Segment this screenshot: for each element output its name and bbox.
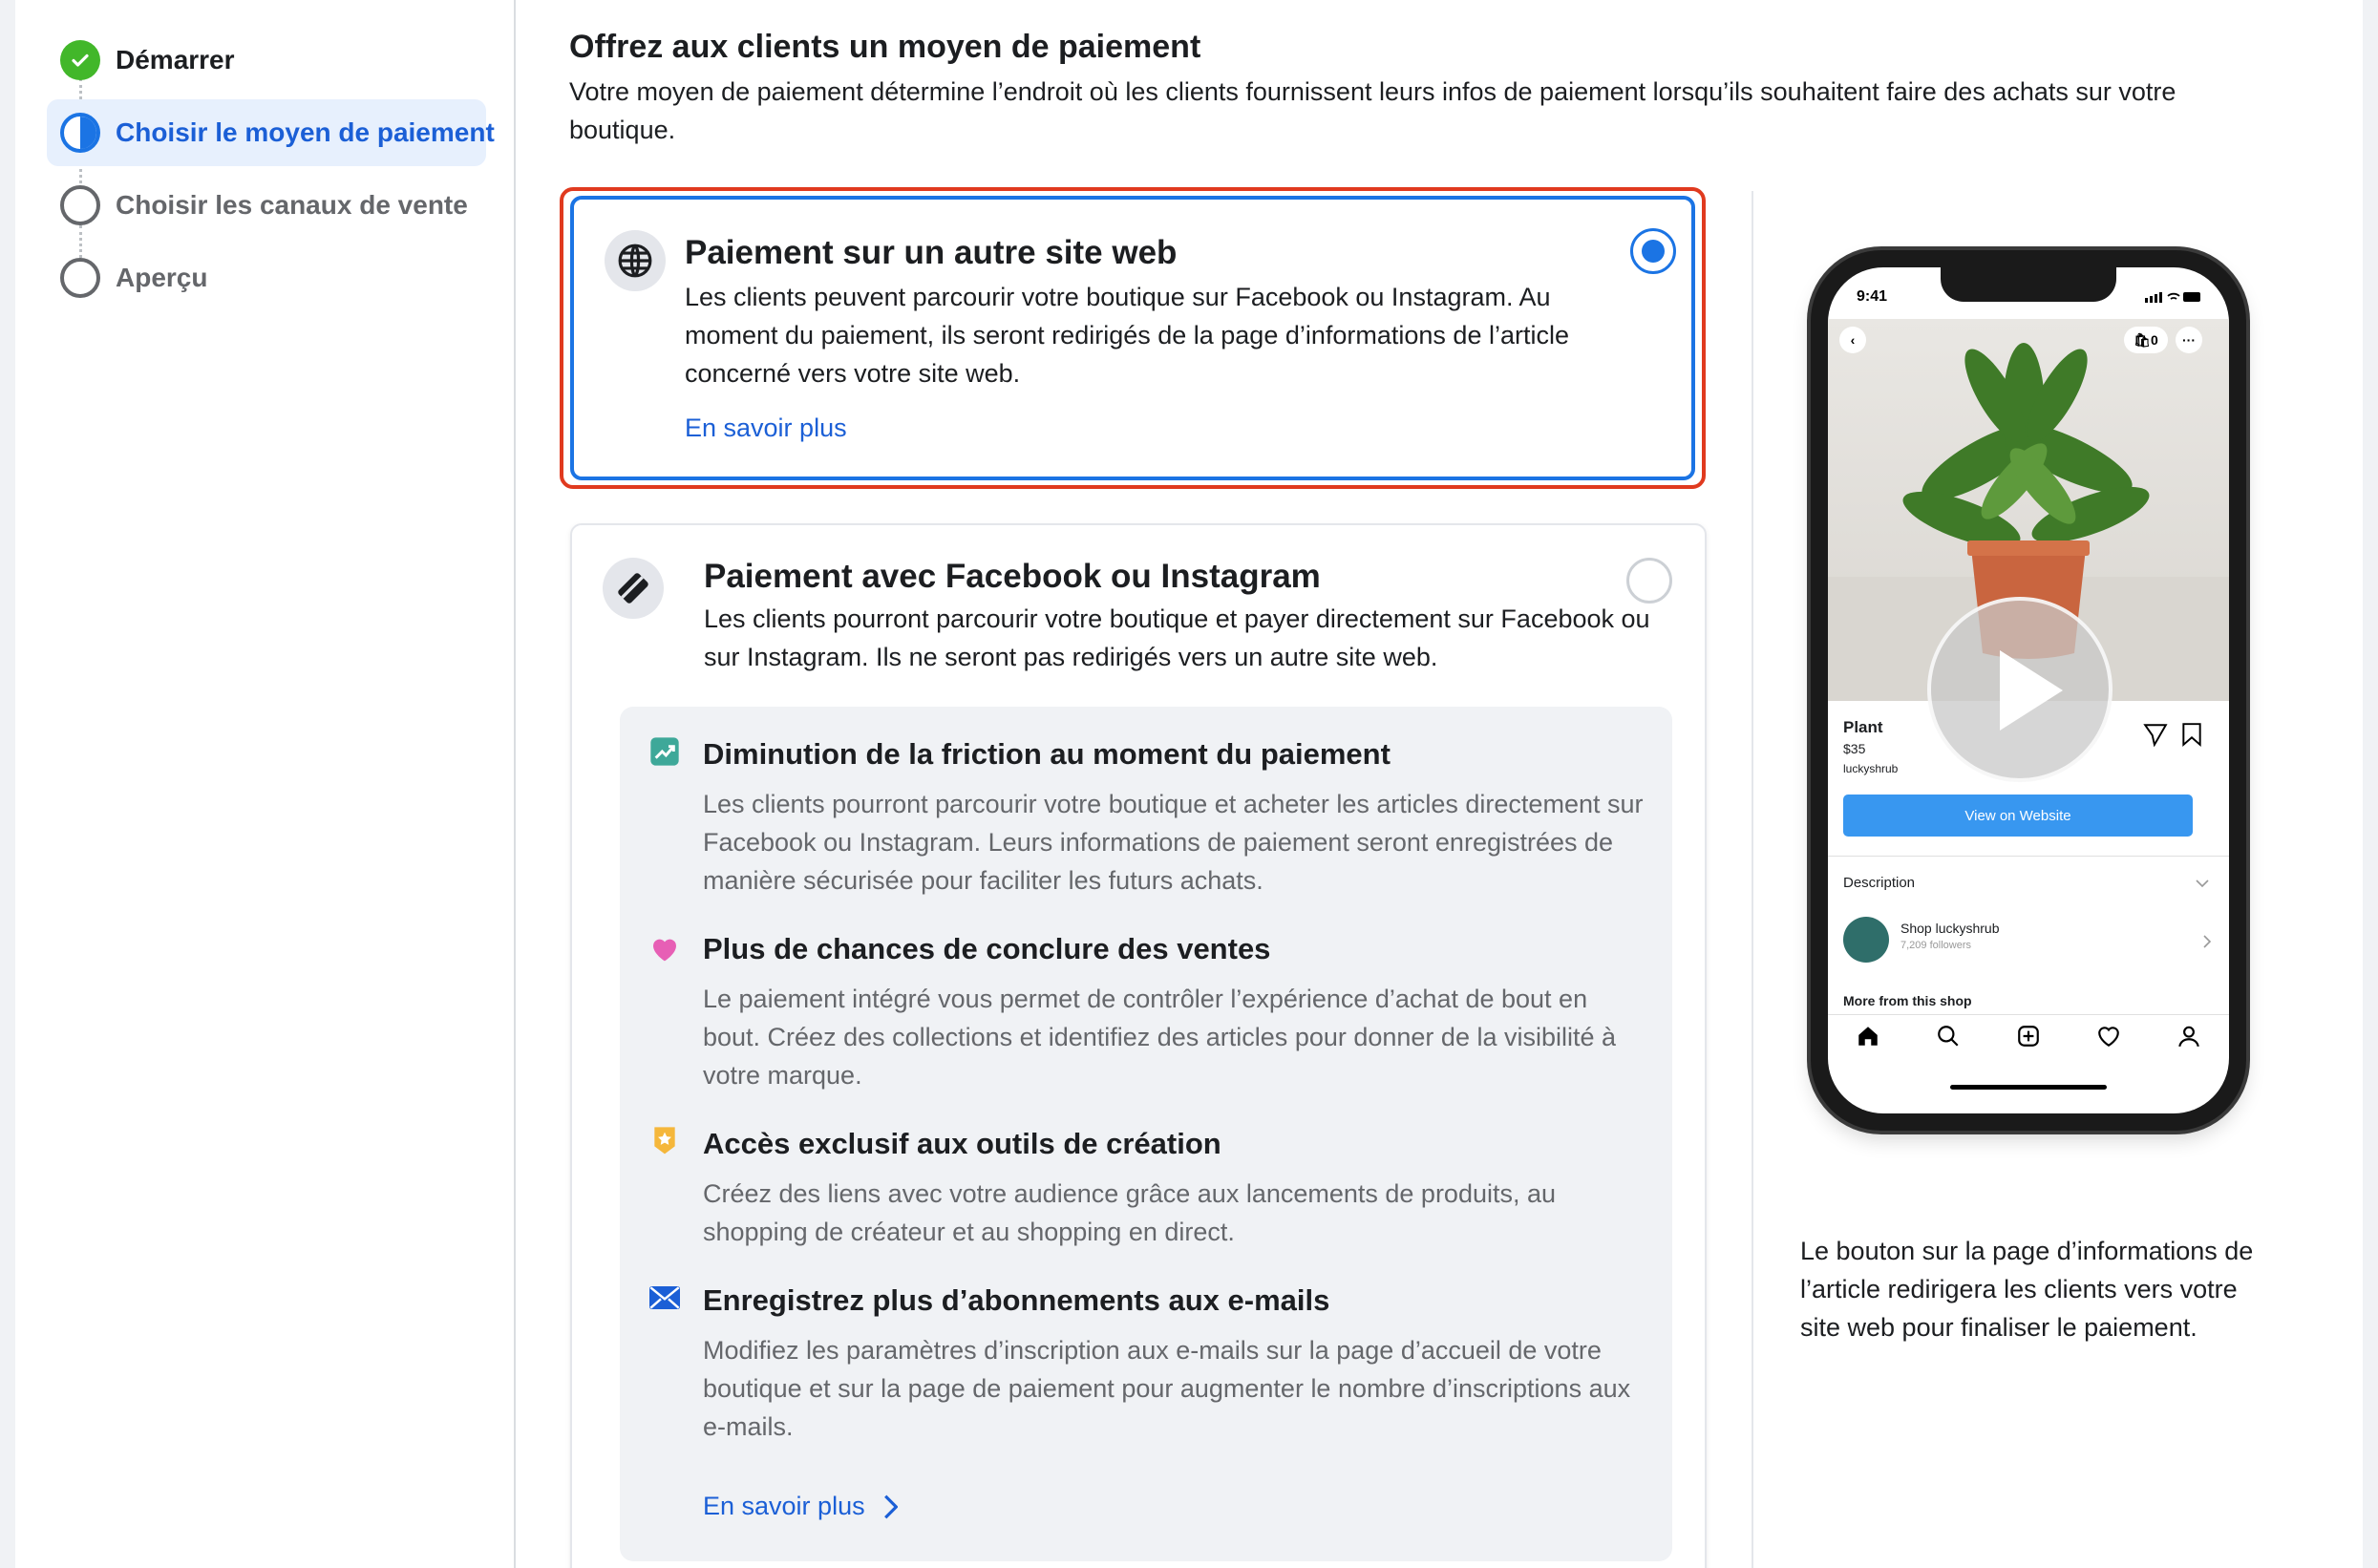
- empty-circle-icon: [60, 258, 100, 298]
- more-from-shop: More from this shop: [1843, 993, 1972, 1008]
- home-icon[interactable]: [1856, 1024, 1880, 1049]
- bookmark-icon[interactable]: [2181, 722, 2202, 747]
- option-radio-selected[interactable]: [1630, 228, 1676, 274]
- step-start[interactable]: Démarrer: [47, 27, 486, 94]
- cart-button[interactable]: 🛍 0: [2124, 327, 2168, 353]
- status-time: 9:41: [1857, 288, 1888, 305]
- status-icons: [2145, 292, 2200, 303]
- page-title: Offrez aux clients un moyen de paiement: [569, 29, 1201, 65]
- option-description: Les clients peuvent parcourir votre bout…: [685, 283, 1569, 388]
- description-label: Description: [1843, 875, 1916, 891]
- benefits-panel: Diminution de la friction au moment du p…: [620, 707, 1672, 1561]
- add-post-icon[interactable]: [2016, 1024, 2041, 1049]
- product-name: Plant: [1843, 718, 1883, 736]
- bag-icon: 🛍: [2134, 331, 2151, 348]
- card-icon: [603, 558, 664, 619]
- preview-divider: [1752, 191, 1753, 1568]
- option-card-other-website[interactable]: Paiement sur un autre site web Les clien…: [570, 196, 1695, 480]
- phone-notch: [1941, 267, 2116, 302]
- home-indicator: [1950, 1085, 2107, 1090]
- view-on-website-button[interactable]: View on Website: [1843, 795, 2193, 837]
- tab-bar: [1828, 1012, 2229, 1060]
- empty-circle-icon: [60, 185, 100, 225]
- product-price: $35: [1843, 741, 1866, 756]
- benefit-title: Plus de chances de conclure des ventes: [703, 932, 1271, 965]
- cart-count: 0: [2150, 332, 2158, 348]
- step-sales-channels[interactable]: Choisir les canaux de vente: [47, 172, 486, 239]
- stepper: Démarrer Choisir le moyen de paiement Ch…: [15, 0, 516, 1568]
- page-description: Votre moyen de paiement détermine l’endr…: [569, 77, 2176, 144]
- chevron-right-icon: [883, 1494, 898, 1518]
- benefit-title: Accès exclusif aux outils de création: [703, 1127, 1221, 1160]
- preview-caption: Le bouton sur la page d’informations de …: [1800, 1237, 2254, 1342]
- benefit-title: Diminution de la friction au moment du p…: [703, 737, 1391, 771]
- divider: [1828, 856, 2229, 857]
- star-badge-icon: [648, 1125, 681, 1157]
- step-preview[interactable]: Aperçu: [47, 244, 486, 311]
- trend-up-icon: [648, 735, 681, 768]
- step-label: Choisir le moyen de paiement: [116, 117, 495, 147]
- back-icon[interactable]: ‹: [1839, 327, 1866, 353]
- profile-icon[interactable]: [2176, 1024, 2201, 1049]
- benefit-description: Les clients pourront parcourir votre bou…: [703, 790, 1644, 895]
- benefit-description: Modifiez les paramètres d’inscription au…: [703, 1336, 1631, 1441]
- page: Démarrer Choisir le moyen de paiement Ch…: [15, 0, 2363, 1568]
- learn-more-label: En savoir plus: [703, 1492, 865, 1520]
- phone-preview: ‹ 🛍 0 ··· 9:41 Plant $35 luckyshrub View …: [1811, 250, 2246, 1131]
- send-icon[interactable]: [2143, 722, 2168, 747]
- avatar: [1843, 917, 1889, 963]
- step-label: Aperçu: [116, 263, 208, 292]
- benefit-description: Créez des liens avec votre audience grâc…: [703, 1179, 1557, 1246]
- more-icon[interactable]: ···: [2176, 327, 2202, 353]
- shop-name: Shop luckyshrub: [1900, 921, 2000, 936]
- option-radio[interactable]: [1626, 558, 1672, 604]
- heart-icon: [648, 932, 681, 964]
- shop-followers: 7,209 followers: [1900, 940, 1971, 951]
- half-circle-icon: [60, 113, 100, 153]
- option-description: Les clients pourront parcourir votre bou…: [704, 604, 1650, 671]
- learn-more-link[interactable]: En savoir plus: [703, 1492, 898, 1521]
- globe-icon: [605, 230, 666, 291]
- learn-more-link[interactable]: En savoir plus: [685, 413, 847, 443]
- benefit-title: Enregistrez plus d’abonnements aux e-mai…: [703, 1283, 1330, 1317]
- option-title: Paiement sur un autre site web: [685, 234, 1178, 271]
- phone-screen: ‹ 🛍 0 ··· 9:41 Plant $35 luckyshrub View …: [1828, 267, 2229, 1113]
- product-shop: luckyshrub: [1843, 762, 1899, 775]
- chevron-down-icon[interactable]: [2195, 879, 2210, 888]
- benefit-description: Le paiement intégré vous permet de contr…: [703, 985, 1617, 1090]
- step-label: Démarrer: [116, 45, 235, 74]
- search-icon[interactable]: [1936, 1024, 1961, 1049]
- play-button[interactable]: [1927, 597, 2113, 782]
- checkmark-icon: [60, 40, 100, 80]
- heart-icon[interactable]: [2096, 1024, 2121, 1049]
- chevron-right-icon[interactable]: [2202, 934, 2212, 949]
- step-payment-method[interactable]: Choisir le moyen de paiement: [47, 99, 495, 166]
- option-title: Paiement avec Facebook ou Instagram: [704, 558, 1321, 595]
- step-label: Choisir les canaux de vente: [116, 190, 468, 220]
- envelope-icon: [648, 1282, 681, 1314]
